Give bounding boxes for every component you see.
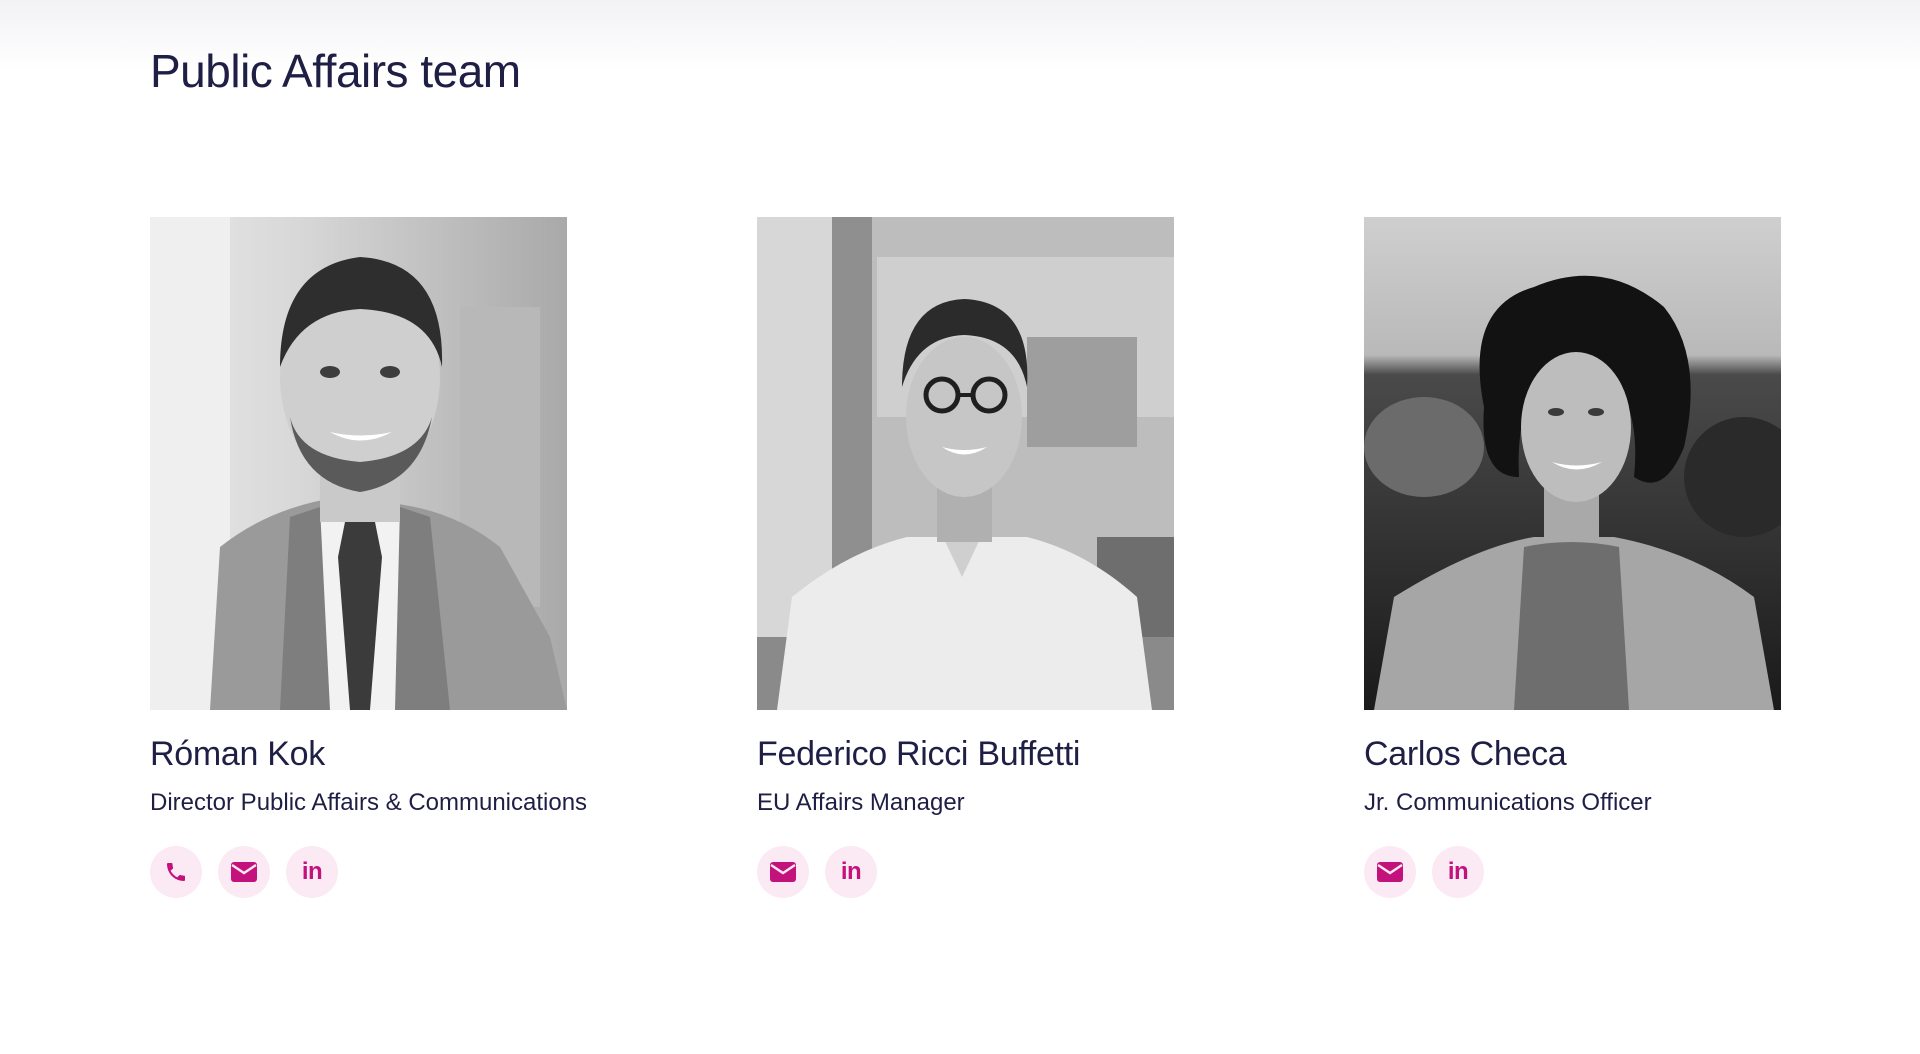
phone-icon — [167, 863, 185, 881]
member-role: Jr. Communications Officer — [1364, 789, 1652, 816]
member-photo — [757, 217, 1174, 710]
email-icon — [1377, 862, 1403, 882]
team-member-card: Federico Ricci Buffetti EU Affairs Manag… — [757, 217, 1357, 917]
linkedin-button[interactable]: in — [1432, 846, 1484, 898]
email-button[interactable] — [757, 846, 809, 898]
contact-links: in — [1364, 846, 1920, 898]
linkedin-icon: in — [840, 858, 862, 885]
member-role: Director Public Affairs & Communications — [150, 789, 588, 816]
contact-links: in — [757, 846, 1357, 898]
member-name: Róman Kok — [150, 735, 325, 773]
member-name: Federico Ricci Buffetti — [757, 735, 1081, 773]
member-photo — [1364, 217, 1781, 710]
linkedin-button[interactable]: in — [825, 846, 877, 898]
section-title: Public Affairs team — [150, 45, 521, 97]
member-role: EU Affairs Manager — [757, 789, 965, 816]
member-photo — [150, 217, 567, 710]
team-member-card: Carlos Checa Jr. Communications Officer … — [1364, 217, 1920, 917]
team-member-card: Róman Kok Director Public Affairs & Comm… — [150, 217, 750, 917]
contact-links: in — [150, 846, 750, 898]
linkedin-button[interactable]: in — [286, 846, 338, 898]
email-button[interactable] — [218, 846, 270, 898]
email-icon — [770, 862, 796, 882]
phone-button[interactable] — [150, 846, 202, 898]
email-button[interactable] — [1364, 846, 1416, 898]
linkedin-icon: in — [301, 858, 323, 885]
email-icon — [231, 862, 257, 882]
linkedin-icon: in — [1447, 858, 1469, 885]
team-grid: Róman Kok Director Public Affairs & Comm… — [150, 217, 1790, 917]
member-name: Carlos Checa — [1364, 735, 1567, 773]
team-section: Public Affairs team Róman Kok Director P… — [0, 0, 1920, 1054]
